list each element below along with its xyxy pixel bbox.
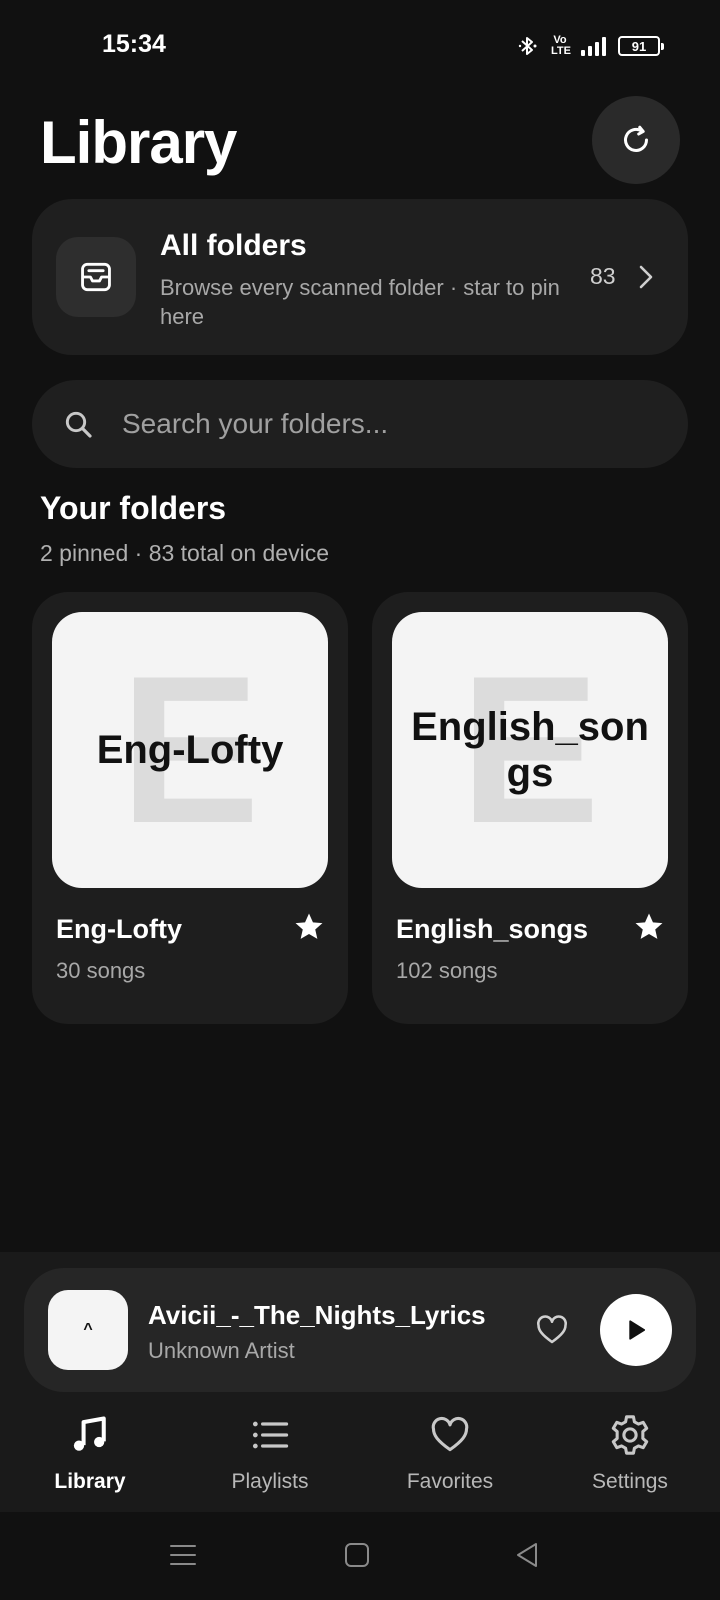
chevron-right-icon bbox=[639, 265, 653, 289]
folder-song-count: 102 songs bbox=[396, 958, 498, 983]
search-bar[interactable] bbox=[32, 380, 688, 468]
section-title: Your folders bbox=[40, 490, 227, 526]
battery-level: 91 bbox=[631, 38, 647, 54]
music-note-icon bbox=[73, 1416, 106, 1451]
star-icon[interactable] bbox=[292, 910, 326, 944]
folder-artwork: E English_songs bbox=[392, 612, 668, 888]
folder-name: Eng-Lofty bbox=[56, 914, 182, 944]
folder-card[interactable]: E Eng-Lofty Eng-Lofty 30 songs bbox=[32, 592, 348, 1024]
star-icon[interactable] bbox=[632, 910, 666, 944]
status-bar: 15:34 Vo LTE 91 bbox=[0, 0, 720, 92]
home-icon[interactable] bbox=[342, 1540, 372, 1570]
bluetooth-icon bbox=[518, 37, 537, 55]
folder-name: English_songs bbox=[396, 914, 589, 944]
all-folders-card[interactable]: All folders Browse every scanned folder … bbox=[32, 199, 688, 355]
search-input[interactable] bbox=[120, 407, 624, 441]
artwork-label: Eng-Lofty bbox=[96, 728, 284, 772]
recents-icon[interactable] bbox=[168, 1540, 198, 1570]
all-folders-icon-box bbox=[56, 237, 136, 317]
status-time: 15:34 bbox=[102, 30, 166, 58]
search-icon bbox=[65, 411, 92, 438]
nav-item-favorites[interactable]: Favorites bbox=[360, 1412, 540, 1502]
now-playing-artist: Unknown Artist bbox=[148, 1338, 295, 1363]
folder-song-count: 30 songs bbox=[56, 958, 146, 983]
signal-icon bbox=[581, 36, 606, 56]
nav-label: Favorites bbox=[406, 1470, 494, 1493]
heart-icon[interactable] bbox=[534, 1312, 570, 1348]
system-navigation-bar bbox=[0, 1512, 720, 1600]
back-icon[interactable] bbox=[512, 1540, 542, 1570]
heart-icon bbox=[431, 1416, 469, 1452]
nav-label: Settings bbox=[592, 1470, 668, 1493]
gear-icon bbox=[611, 1415, 649, 1455]
nav-item-playlists[interactable]: Playlists bbox=[180, 1412, 360, 1502]
battery-icon: 91 bbox=[618, 36, 664, 56]
list-icon bbox=[252, 1421, 289, 1449]
play-icon bbox=[629, 1320, 646, 1340]
mini-player[interactable]: ^ Avicii_-_The_Nights_Lyrics Unknown Art… bbox=[24, 1268, 696, 1392]
section-subtitle: 2 pinned · 83 total on device bbox=[40, 540, 329, 566]
artwork-label: English_songs bbox=[411, 705, 649, 795]
folder-artwork: E Eng-Lofty bbox=[52, 612, 328, 888]
nav-label: Playlists bbox=[231, 1470, 309, 1493]
nav-item-settings[interactable]: Settings bbox=[540, 1412, 720, 1502]
all-folders-count: 83 bbox=[590, 263, 616, 289]
mini-player-artwork: ^ bbox=[48, 1290, 128, 1370]
now-playing-title: Avicii_-_The_Nights_Lyrics bbox=[148, 1300, 486, 1330]
nav-item-library[interactable]: Library bbox=[0, 1412, 180, 1502]
folder-card[interactable]: E English_songs English_songs 102 songs bbox=[372, 592, 688, 1024]
volte-icon: Vo LTE bbox=[551, 34, 571, 57]
inbox-tray-icon bbox=[81, 262, 111, 292]
page-title: Library bbox=[40, 109, 237, 176]
nav-label: Library bbox=[54, 1470, 126, 1493]
refresh-icon bbox=[624, 125, 648, 152]
play-button[interactable] bbox=[600, 1294, 672, 1366]
status-icons: Vo LTE 91 bbox=[517, 34, 664, 58]
all-folders-description: Browse every scanned folder · star to pi… bbox=[160, 275, 560, 329]
refresh-button[interactable] bbox=[592, 96, 680, 184]
all-folders-title: All folders bbox=[160, 229, 307, 262]
